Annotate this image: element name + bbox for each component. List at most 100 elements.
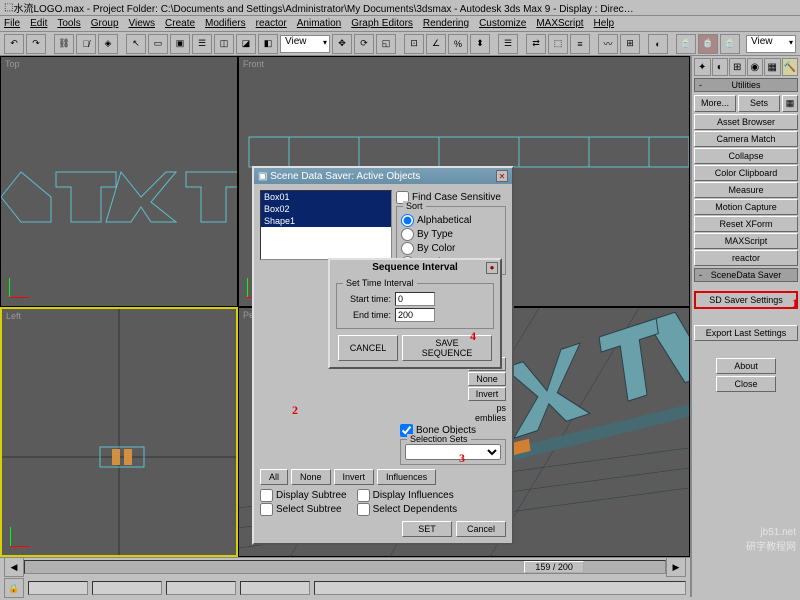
slider-track[interactable]: 159 / 200 xyxy=(24,560,666,574)
objects-listbox[interactable]: Box01 Box02 Shape1 xyxy=(260,190,392,260)
list-item[interactable]: Box01 xyxy=(261,191,391,203)
schematic-icon[interactable]: ⊞ xyxy=(620,34,640,54)
menu-group[interactable]: Group xyxy=(91,18,119,29)
unlink-icon[interactable]: ⛓̸ xyxy=(76,34,96,54)
utilities-tab-icon[interactable]: 🔨 xyxy=(782,58,799,76)
close-icon[interactable]: ● xyxy=(486,262,498,274)
sort-type-radio[interactable]: By Type xyxy=(401,228,501,241)
select-region-icon[interactable]: ◫ xyxy=(214,34,234,54)
y-field[interactable] xyxy=(166,581,236,595)
mirror-icon[interactable]: ⇄ xyxy=(526,34,546,54)
bind-icon[interactable]: ◈ xyxy=(98,34,118,54)
curve-editor-icon[interactable]: 〰 xyxy=(598,34,618,54)
scale-icon[interactable]: ◱ xyxy=(376,34,396,54)
snap-icon[interactable]: ⊡ xyxy=(404,34,424,54)
maxscript-button[interactable]: MAXScript xyxy=(694,233,798,249)
menu-views[interactable]: Views xyxy=(129,18,156,29)
select-icon[interactable]: ↖ xyxy=(126,34,146,54)
menu-maxscript[interactable]: MAXScript xyxy=(536,18,583,29)
select-subtree-checkbox[interactable]: Select Subtree xyxy=(260,503,347,516)
filter-none-button[interactable]: None xyxy=(291,469,331,485)
asset-browser-button[interactable]: Asset Browser xyxy=(694,114,798,130)
list-none-button[interactable]: None xyxy=(468,372,506,386)
percent-snap-icon[interactable]: % xyxy=(448,34,468,54)
display-influences-checkbox[interactable]: Display Influences xyxy=(357,489,458,502)
selection-sets-dropdown[interactable] xyxy=(405,444,501,460)
save-sequence-button[interactable]: SAVE SEQUENCE xyxy=(402,335,492,361)
camera-match-button[interactable]: Camera Match xyxy=(694,131,798,147)
redo-icon[interactable]: ↷ xyxy=(26,34,46,54)
cancel-button[interactable]: Cancel xyxy=(456,521,506,537)
list-invert-button[interactable]: Invert xyxy=(468,387,506,401)
material-editor-icon[interactable]: ◐ xyxy=(648,34,668,54)
motion-capture-button[interactable]: Motion Capture xyxy=(694,199,798,215)
end-time-input[interactable] xyxy=(395,308,435,322)
select-filter-icon[interactable]: ◪ xyxy=(236,34,256,54)
close-button[interactable]: Close xyxy=(716,376,776,392)
undo-icon[interactable]: ↶ xyxy=(4,34,24,54)
align-icon[interactable]: ⬚ xyxy=(548,34,568,54)
select-name-icon[interactable]: ☰ xyxy=(192,34,212,54)
render-icon[interactable]: 🍵 xyxy=(698,34,718,54)
render-scene-icon[interactable]: 🍵 xyxy=(676,34,696,54)
refcoord-dropdown[interactable]: View xyxy=(746,35,796,53)
set-button[interactable]: SET xyxy=(402,521,452,537)
angle-snap-icon[interactable]: ∠ xyxy=(426,34,446,54)
seq-dialog-titlebar[interactable]: Sequence Interval ● xyxy=(330,260,500,275)
menu-modifiers[interactable]: Modifiers xyxy=(205,18,246,29)
select-crossing-icon[interactable]: ◧ xyxy=(258,34,278,54)
more-button[interactable]: More... xyxy=(694,95,736,112)
export-last-settings-button[interactable]: Export Last Settings xyxy=(694,325,798,341)
sets-button[interactable]: Sets xyxy=(738,95,780,112)
z-field[interactable] xyxy=(240,581,310,595)
menu-tools[interactable]: Tools xyxy=(57,18,80,29)
display-tab-icon[interactable]: ▦ xyxy=(764,58,781,76)
time-slider[interactable]: ◀ 159 / 200 ▶ xyxy=(0,558,690,576)
config-sets-icon[interactable]: ▦ xyxy=(782,95,798,112)
selection-filter-dropdown[interactable]: View xyxy=(280,35,330,53)
sort-alpha-radio[interactable]: Alphabetical xyxy=(401,214,501,227)
menu-rendering[interactable]: Rendering xyxy=(423,18,469,29)
menu-create[interactable]: Create xyxy=(165,18,195,29)
move-icon[interactable]: ✥ xyxy=(332,34,352,54)
hierarchy-tab-icon[interactable]: ⊞ xyxy=(729,58,746,76)
reset-xform-button[interactable]: Reset XForm xyxy=(694,216,798,232)
menu-animation[interactable]: Animation xyxy=(297,18,341,29)
start-time-input[interactable] xyxy=(395,292,435,306)
menu-help[interactable]: Help xyxy=(594,18,615,29)
collapse-button[interactable]: Collapse xyxy=(694,148,798,164)
link-icon[interactable]: ⛓ xyxy=(54,34,74,54)
scenedata-saver-title[interactable]: SceneData Saver xyxy=(694,268,798,282)
create-tab-icon[interactable]: ✦ xyxy=(694,58,711,76)
select-window-icon[interactable]: ▣ xyxy=(170,34,190,54)
prev-frame-icon[interactable]: ◀ xyxy=(4,557,24,577)
utilities-rollout-title[interactable]: Utilities xyxy=(694,78,798,92)
motion-tab-icon[interactable]: ◉ xyxy=(747,58,764,76)
select-dependents-checkbox[interactable]: Select Dependents xyxy=(357,503,458,516)
menu-customize[interactable]: Customize xyxy=(479,18,526,29)
next-frame-icon[interactable]: ▶ xyxy=(666,557,686,577)
spinner-snap-icon[interactable]: ⬍ xyxy=(470,34,490,54)
lock-icon[interactable]: 🔒 xyxy=(4,578,24,598)
menu-reactor[interactable]: reactor xyxy=(256,18,287,29)
modify-tab-icon[interactable]: ◐ xyxy=(712,58,729,76)
quick-render-icon[interactable]: 🍵 xyxy=(720,34,740,54)
filter-all-button[interactable]: All xyxy=(260,469,288,485)
close-icon[interactable]: ✕ xyxy=(496,170,508,182)
time-thumb[interactable]: 159 / 200 xyxy=(524,561,584,573)
color-clipboard-button[interactable]: Color Clipboard xyxy=(694,165,798,181)
list-item[interactable]: Shape1 xyxy=(261,215,391,227)
viewport-left[interactable]: Left xyxy=(0,307,238,558)
reactor-button[interactable]: reactor xyxy=(694,250,798,266)
sort-color-radio[interactable]: By Color xyxy=(401,242,501,255)
menu-grapheditors[interactable]: Graph Editors xyxy=(351,18,413,29)
menu-file[interactable]: File xyxy=(4,18,20,29)
x-field[interactable] xyxy=(92,581,162,595)
about-button[interactable]: About xyxy=(716,358,776,374)
filter-invert-button[interactable]: Invert xyxy=(334,469,375,485)
measure-button[interactable]: Measure xyxy=(694,182,798,198)
select-rect-icon[interactable]: ▭ xyxy=(148,34,168,54)
sds-dialog-titlebar[interactable]: ▣ Scene Data Saver: Active Objects ✕ xyxy=(254,168,512,184)
sd-saver-settings-button[interactable]: SD Saver Settings xyxy=(694,291,798,309)
rotate-icon[interactable]: ⟳ xyxy=(354,34,374,54)
